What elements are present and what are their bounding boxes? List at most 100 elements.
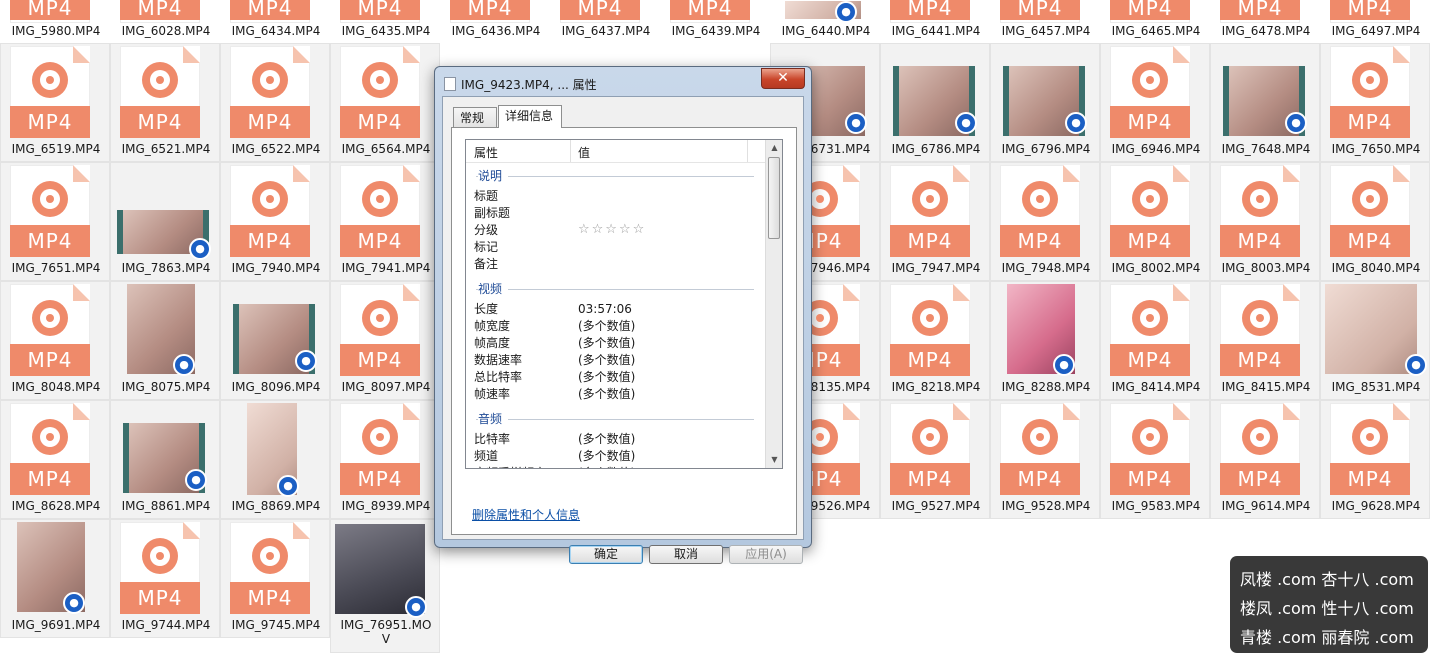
- file-item[interactable]: MP4 IMG_8939.MP4: [330, 400, 440, 519]
- file-item[interactable]: MP4 IMG_9744.MP4: [110, 519, 220, 638]
- property-row[interactable]: 比特率 (多个数值): [474, 431, 764, 447]
- file-item[interactable]: MP4 IMG_9614.MP4: [1210, 400, 1320, 519]
- cancel-button[interactable]: 取消: [649, 545, 723, 564]
- file-item[interactable]: MP4 IMG_9745.MP4: [220, 519, 330, 638]
- property-row[interactable]: 副标题: [474, 205, 764, 221]
- file-name: IMG_6028.MP4: [121, 24, 211, 38]
- file-item[interactable]: ● IMG_8531.MP4: [1320, 281, 1430, 400]
- file-item[interactable]: MP4 IMG_7947.MP4: [880, 162, 990, 281]
- property-row[interactable]: 帧高度 (多个数值): [474, 335, 764, 351]
- property-row[interactable]: 音频采样频率 (多个数值): [474, 465, 764, 468]
- property-row[interactable]: 总比特率 (多个数值): [474, 369, 764, 385]
- file-item[interactable]: ● IMG_6796.MP4: [990, 43, 1100, 162]
- file-item[interactable]: MP4 IMG_6564.MP4: [330, 43, 440, 162]
- file-name: IMG_7650.MP4: [1331, 142, 1421, 156]
- file-item[interactable]: MP4 IMG_8218.MP4: [880, 281, 990, 400]
- group-label: 视频: [478, 281, 509, 297]
- mp4-label: MP4: [890, 463, 970, 495]
- file-item[interactable]: MP4 IMG_6478.MP4: [1210, 0, 1320, 41]
- file-item[interactable]: MP4 IMG_6465.MP4: [1100, 0, 1210, 41]
- file-item[interactable]: MP4 IMG_8414.MP4: [1100, 281, 1210, 400]
- property-value: (多个数值): [578, 319, 636, 333]
- file-item[interactable]: ● IMG_6786.MP4: [880, 43, 990, 162]
- property-list[interactable]: 属性 值 说明 标题 副标题 分级 ☆☆☆☆☆ 标记 备注 视频 长度 03:57:06 帧宽度 (多…: [465, 139, 783, 469]
- file-item[interactable]: ● IMG_8869.MP4: [220, 400, 330, 519]
- file-item[interactable]: MP4 IMG_6946.MP4: [1100, 43, 1210, 162]
- file-item[interactable]: ● IMG_9691.MP4: [0, 519, 110, 638]
- file-item[interactable]: MP4 IMG_6522.MP4: [220, 43, 330, 162]
- file-item[interactable]: ● IMG_7863.MP4: [110, 162, 220, 281]
- file-item[interactable]: MP4 IMG_7940.MP4: [220, 162, 330, 281]
- file-item[interactable]: MP4 IMG_7941.MP4: [330, 162, 440, 281]
- file-item[interactable]: MP4 IMG_8048.MP4: [0, 281, 110, 400]
- mp4-file-icon: MP4: [1330, 403, 1410, 495]
- property-row[interactable]: 分级 ☆☆☆☆☆: [474, 222, 764, 238]
- file-item[interactable]: MP4 IMG_8097.MP4: [330, 281, 440, 400]
- property-row[interactable]: 帧宽度 (多个数值): [474, 318, 764, 334]
- file-item[interactable]: MP4 IMG_9583.MP4: [1100, 400, 1210, 519]
- file-item[interactable]: MP4 IMG_8040.MP4: [1320, 162, 1430, 281]
- file-item[interactable]: MP4 IMG_6439.MP4: [660, 0, 770, 41]
- file-name: IMG_8218.MP4: [891, 380, 981, 394]
- property-row[interactable]: 数据速率 (多个数值): [474, 352, 764, 368]
- file-item[interactable]: MP4 IMG_8628.MP4: [0, 400, 110, 519]
- scroll-down-icon[interactable]: ▼: [768, 453, 781, 467]
- file-item[interactable]: MP4 IMG_6521.MP4: [110, 43, 220, 162]
- file-item[interactable]: ● IMG_76951.MOV: [330, 519, 440, 653]
- file-item[interactable]: ● IMG_6440.MP4: [770, 0, 880, 41]
- file-item[interactable]: MP4 IMG_6457.MP4: [990, 0, 1100, 41]
- file-item[interactable]: ● IMG_8096.MP4: [220, 281, 330, 400]
- apply-button[interactable]: 应用(A): [729, 545, 803, 564]
- column-property[interactable]: 属性: [474, 144, 498, 161]
- video-thumbnail: [1325, 284, 1417, 374]
- file-item[interactable]: MP4 IMG_6434.MP4: [220, 0, 330, 41]
- file-name: IMG_6497.MP4: [1331, 24, 1421, 38]
- mp4-label: MP4: [10, 344, 90, 376]
- file-item[interactable]: ● IMG_8075.MP4: [110, 281, 220, 400]
- file-item[interactable]: MP4 IMG_8003.MP4: [1210, 162, 1320, 281]
- property-row[interactable]: 标记: [474, 239, 764, 255]
- scroll-up-icon[interactable]: ▲: [768, 141, 781, 155]
- file-item[interactable]: MP4 IMG_7650.MP4: [1320, 43, 1430, 162]
- file-item[interactable]: MP4 IMG_6441.MP4: [880, 0, 990, 41]
- rating-stars-icon[interactable]: ☆☆☆☆☆: [578, 222, 646, 238]
- ok-button[interactable]: 确定: [569, 545, 643, 564]
- file-item[interactable]: MP4 IMG_9628.MP4: [1320, 400, 1430, 519]
- file-item[interactable]: MP4 IMG_6497.MP4: [1320, 0, 1430, 41]
- property-row[interactable]: 标题: [474, 188, 764, 204]
- property-name: 分级: [474, 223, 499, 237]
- file-item[interactable]: MP4 IMG_5980.MP4: [0, 0, 110, 41]
- file-item[interactable]: MP4 IMG_7948.MP4: [990, 162, 1100, 281]
- file-item[interactable]: MP4 IMG_6519.MP4: [0, 43, 110, 162]
- scroll-thumb[interactable]: [768, 157, 780, 239]
- file-item[interactable]: MP4 IMG_6436.MP4: [440, 0, 550, 41]
- file-name: IMG_8040.MP4: [1331, 261, 1421, 275]
- remove-properties-link[interactable]: 删除属性和个人信息: [472, 506, 580, 523]
- tab-details[interactable]: 详细信息: [498, 105, 562, 128]
- mp4-label: MP4: [1110, 344, 1190, 376]
- close-button[interactable]: ✕: [761, 68, 805, 89]
- property-row[interactable]: 长度 03:57:06: [474, 301, 764, 317]
- column-divider[interactable]: [747, 140, 748, 162]
- file-item[interactable]: ● IMG_8288.MP4: [990, 281, 1100, 400]
- file-item[interactable]: MP4 IMG_8415.MP4: [1210, 281, 1320, 400]
- tab-general[interactable]: 常规: [453, 107, 497, 127]
- file-item[interactable]: MP4 IMG_6435.MP4: [330, 0, 440, 41]
- file-item[interactable]: MP4 IMG_9528.MP4: [990, 400, 1100, 519]
- file-item[interactable]: MP4 IMG_9527.MP4: [880, 400, 990, 519]
- file-item[interactable]: ● IMG_7648.MP4: [1210, 43, 1320, 162]
- file-item[interactable]: MP4 IMG_8002.MP4: [1100, 162, 1210, 281]
- mp4-label: MP4: [1110, 0, 1190, 20]
- mp4-label: MP4: [1330, 0, 1410, 20]
- property-row[interactable]: 频道 (多个数值): [474, 448, 764, 464]
- column-value[interactable]: 值: [578, 144, 590, 161]
- file-item[interactable]: MP4 IMG_6437.MP4: [550, 0, 660, 41]
- file-item[interactable]: ● IMG_8861.MP4: [110, 400, 220, 519]
- file-item[interactable]: MP4 IMG_6028.MP4: [110, 0, 220, 41]
- property-row[interactable]: 帧速率 (多个数值): [474, 386, 764, 402]
- property-row[interactable]: 备注: [474, 256, 764, 272]
- scrollbar[interactable]: ▲ ▼: [765, 140, 782, 468]
- file-item[interactable]: MP4 IMG_7651.MP4: [0, 162, 110, 281]
- column-divider[interactable]: [570, 140, 571, 162]
- mp4-label: MP4: [340, 106, 420, 138]
